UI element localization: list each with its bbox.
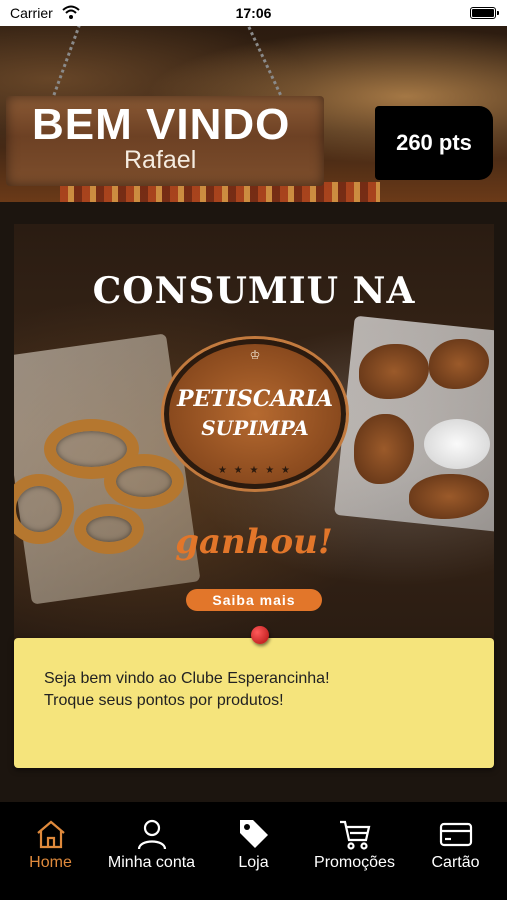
tab-promocoes[interactable]: Promoções xyxy=(304,816,405,886)
note-text: Seja bem vindo ao Clube Esperancinha! Tr… xyxy=(44,668,464,712)
tab-label: Promoções xyxy=(314,854,395,871)
tab-label: Loja xyxy=(238,854,269,871)
tab-label: Home xyxy=(29,854,72,871)
onion-ring-image xyxy=(104,454,184,509)
welcome-header: BEM VINDO Rafael 260 pts xyxy=(0,26,507,202)
tab-home[interactable]: Home xyxy=(0,816,101,886)
dip-bowl-image xyxy=(424,419,490,469)
tag-icon xyxy=(239,820,268,848)
cart-icon xyxy=(339,820,370,850)
welcome-title: BEM VINDO xyxy=(32,100,291,149)
battery-icon xyxy=(470,7,499,19)
banner-heading: CONSUMIU NA xyxy=(92,270,416,312)
note-line-2: Troque seus pontos por produtos! xyxy=(44,692,284,709)
welcome-note: Seja bem vindo ao Clube Esperancinha! Tr… xyxy=(14,638,494,768)
sign-chain-right xyxy=(245,26,285,96)
main-content: CONSUMIU NA ♔ PETISCARIA SUPIMPA ★ ★ ★ ★… xyxy=(0,202,507,802)
tab-label: Minha conta xyxy=(107,854,196,871)
home-icon xyxy=(36,820,65,849)
status-bar: Carrier 17:06 xyxy=(0,0,507,26)
tab-cartao[interactable]: Cartão xyxy=(405,816,506,886)
logo-text-line1: PETISCARIA xyxy=(176,386,334,412)
banner-ganhou-text: ganhou! xyxy=(175,522,333,562)
bottom-tab-bar: Home Minha conta Loja Promoções Cartão xyxy=(0,802,507,900)
card-icon xyxy=(439,822,472,847)
points-badge[interactable]: 260 pts xyxy=(375,106,493,180)
note-line-1: Seja bem vindo ao Clube Esperancinha! xyxy=(44,670,330,687)
promo-banner[interactable]: CONSUMIU NA ♔ PETISCARIA SUPIMPA ★ ★ ★ ★… xyxy=(14,224,494,644)
push-pin-icon xyxy=(251,626,269,644)
status-time: 17:06 xyxy=(235,5,272,21)
stars-decoration: ★ ★ ★ ★ ★ xyxy=(218,465,292,476)
user-name: Rafael xyxy=(124,146,197,174)
tab-label: Cartão xyxy=(431,854,480,871)
user-icon xyxy=(137,819,166,850)
welcome-sign: BEM VINDO Rafael xyxy=(6,96,324,186)
sign-chain-left xyxy=(52,26,86,97)
petiscaria-logo: ♔ PETISCARIA SUPIMPA ★ ★ ★ ★ ★ xyxy=(164,339,346,489)
tab-minha-conta[interactable]: Minha conta xyxy=(101,816,202,886)
saiba-mais-button[interactable]: Saiba mais xyxy=(186,589,322,611)
tab-loja[interactable]: Loja xyxy=(203,816,304,886)
logo-text-line2: SUPIMPA xyxy=(201,416,309,440)
crown-icon: ♔ xyxy=(249,348,261,362)
